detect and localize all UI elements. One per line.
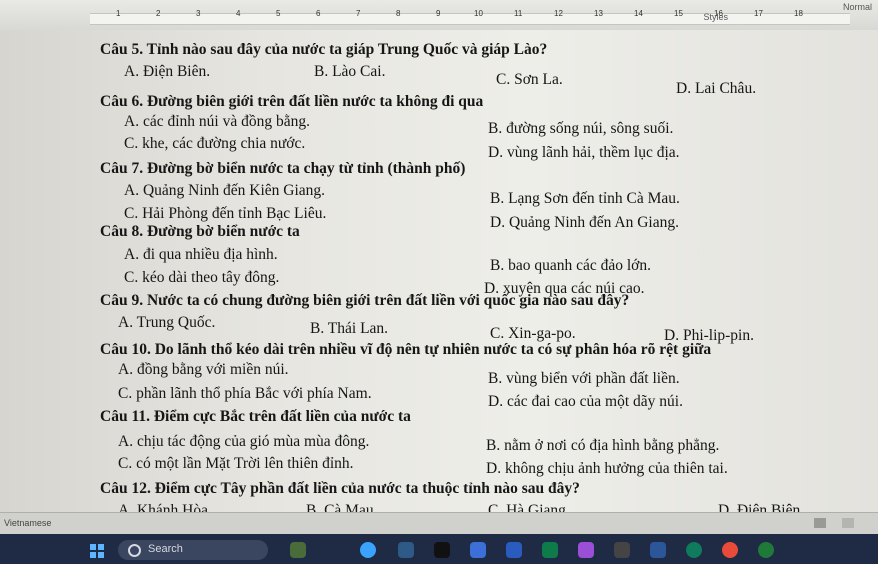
question-12: Câu 12. Điểm cực Tây phần đất liền của n… <box>100 480 580 497</box>
normal-style-button[interactable]: Normal <box>843 2 872 12</box>
ruler-tick: 6 <box>316 9 321 18</box>
answer-7c: C. Hải Phòng đến tỉnh Bạc Liêu. <box>124 205 327 222</box>
app-icon[interactable] <box>506 542 522 558</box>
ruler-tick: 4 <box>236 9 241 18</box>
question-11: Câu 11. Điểm cực Bắc trên đất liền của n… <box>100 408 411 425</box>
answer-10b: B. vùng biển với phần đất liền. <box>488 370 680 387</box>
question-7: Câu 7. Đường bờ biển nước ta chạy từ tỉn… <box>100 160 466 177</box>
answer-10a: A. đồng bằng với miền núi. <box>118 361 289 378</box>
answer-8b: B. bao quanh các đảo lớn. <box>490 257 651 274</box>
question-10: Câu 10. Do lãnh thổ kéo dài trên nhiều v… <box>100 341 712 358</box>
ruler-tick: 5 <box>276 9 281 18</box>
app-icon-2[interactable] <box>614 542 630 558</box>
horizontal-ruler[interactable]: 1 2 3 4 5 6 7 8 9 10 11 12 13 14 15 16 1… <box>0 0 878 31</box>
answer-9a: A. Trung Quốc. <box>118 314 216 331</box>
question-5: Câu 5. Tỉnh nào sau đây của nước ta giáp… <box>100 41 548 58</box>
answer-10d: D. các đai cao của một dãy núi. <box>488 393 683 410</box>
view-mode-icon[interactable] <box>814 518 826 528</box>
answer-5a: A. Điện Biên. <box>124 63 211 80</box>
document-page[interactable]: Câu 5. Tỉnh nào sau đây của nước ta giáp… <box>0 30 878 519</box>
question-6: Câu 6. Đường biên giới trên đất liền nướ… <box>100 93 484 110</box>
answer-11c: C. có một lần Mặt Trời lên thiên đỉnh. <box>118 455 354 472</box>
widgets-icon[interactable] <box>290 542 306 558</box>
answer-6a: A. các đỉnh núi và đồng bằng. <box>124 113 310 130</box>
app-icon-3[interactable] <box>722 542 738 558</box>
answer-7b: B. Lạng Sơn đến tỉnh Cà Mau. <box>490 190 680 207</box>
answer-5c: C. Sơn La. <box>496 71 563 88</box>
answer-8c: C. kéo dài theo tây đông. <box>124 269 280 286</box>
word-icon[interactable] <box>650 542 666 558</box>
answer-6d: D. vùng lãnh hải, thềm lục địa. <box>488 144 680 161</box>
answer-9b: B. Thái Lan. <box>310 320 389 337</box>
excel-icon[interactable] <box>542 542 558 558</box>
ruler-track[interactable] <box>90 13 850 25</box>
search-placeholder: Search <box>148 543 183 555</box>
app-icon-4[interactable] <box>758 542 774 558</box>
answer-11a: A. chịu tác động của gió mùa mùa đông. <box>118 433 370 450</box>
answer-11d: D. không chịu ảnh hưởng của thiên tai. <box>486 460 728 477</box>
ruler-tick: 3 <box>196 9 201 18</box>
ruler-tick: 10 <box>474 9 483 18</box>
file-explorer-icon[interactable] <box>398 542 414 558</box>
ruler-tick: 17 <box>754 9 763 18</box>
ruler-tick: 1 <box>116 9 121 18</box>
status-bar: Vietnamese <box>0 512 878 535</box>
search-icon <box>128 544 141 557</box>
ruler-tick: 2 <box>156 9 161 18</box>
question-9: Câu 9. Nước ta có chung đường biên giới … <box>100 292 630 309</box>
ruler-tick: 12 <box>554 9 563 18</box>
answer-11b: B. nằm ở nơi có địa hình bằng phẳng. <box>486 437 720 454</box>
taskbar-search-input[interactable]: Search <box>118 540 268 560</box>
chrome-icon[interactable] <box>360 542 376 558</box>
edge-icon[interactable] <box>686 542 702 558</box>
tiktok-icon[interactable] <box>434 542 450 558</box>
answer-10c: C. phần lãnh thổ phía Bắc với phía Nam. <box>118 385 372 402</box>
styles-pane-label[interactable]: Styles <box>703 12 728 22</box>
ruler-tick: 14 <box>634 9 643 18</box>
teams-icon[interactable] <box>470 542 486 558</box>
windows-start-icon[interactable] <box>90 544 104 558</box>
ruler-tick: 15 <box>674 9 683 18</box>
answer-7a: A. Quảng Ninh đến Kiên Giang. <box>124 182 326 199</box>
question-8: Câu 8. Đường bờ biển nước ta <box>100 223 300 240</box>
answer-6c: C. khe, các đường chia nước. <box>124 135 306 152</box>
store-icon[interactable] <box>578 542 594 558</box>
ruler-tick: 18 <box>794 9 803 18</box>
answer-7d: D. Quảng Ninh đến An Giang. <box>490 214 679 231</box>
answer-5d: D. Lai Châu. <box>676 80 757 97</box>
answer-8a: A. đi qua nhiều địa hình. <box>124 246 278 263</box>
ruler-tick: 11 <box>514 9 523 18</box>
answer-6b: B. đường sống núi, sông suối. <box>488 120 674 137</box>
ruler-tick: 13 <box>594 9 603 18</box>
layout-mode-icon[interactable] <box>842 518 854 528</box>
ruler-tick: 9 <box>436 9 441 18</box>
language-indicator[interactable]: Vietnamese <box>4 518 51 528</box>
ruler-tick: 7 <box>356 9 361 18</box>
ruler-tick: 8 <box>396 9 401 18</box>
taskbar: Search <box>0 534 878 564</box>
answer-5b: B. Lào Cai. <box>314 63 386 80</box>
